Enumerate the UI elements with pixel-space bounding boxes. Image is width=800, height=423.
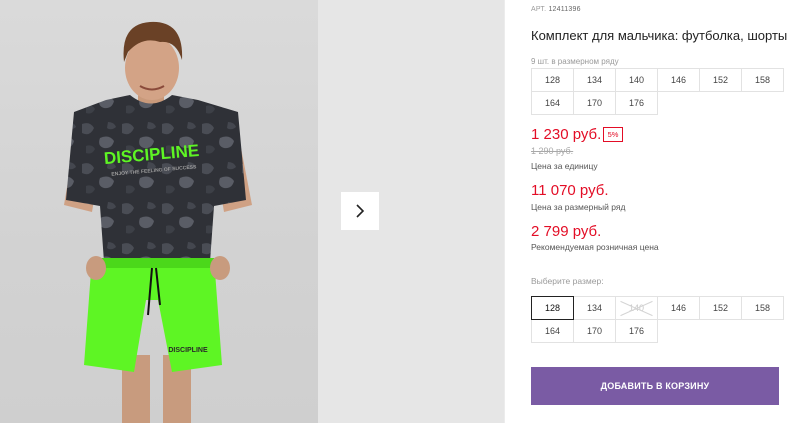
article-code: 12411396 <box>548 6 581 13</box>
size-row-price: 11 070 руб. <box>531 182 609 199</box>
discount-badge: 5% <box>603 127 623 142</box>
size-row-cell: 134 <box>573 68 616 92</box>
chevron-right-icon <box>356 204 365 218</box>
select-size-label: Выберите размер: <box>531 276 604 286</box>
old-price: 1 290 руб. <box>531 146 574 156</box>
size-row-cell: 128 <box>531 68 574 92</box>
size-selector: 128 134 140 146 152 158 164 170 176 <box>531 296 784 343</box>
size-row-cell: 158 <box>741 68 784 92</box>
product-gallery: DISCIPLINE ENJOY THE FEELING OF SUCCESS … <box>0 0 504 423</box>
size-option[interactable]: 164 <box>531 319 574 343</box>
size-row-cell: 140 <box>615 68 658 92</box>
product-photo-illustration: DISCIPLINE ENJOY THE FEELING OF SUCCESS … <box>64 21 252 423</box>
size-row-cell: 176 <box>615 91 658 115</box>
size-row-cell: 146 <box>657 68 700 92</box>
product-photo-main[interactable]: DISCIPLINE ENJOY THE FEELING OF SUCCESS … <box>0 0 318 423</box>
size-option-unavailable: 140 <box>615 296 658 320</box>
recommended-retail-price: 2 799 руб. <box>531 223 602 240</box>
size-row-count: 9 шт. в размерном ряду <box>531 57 619 66</box>
size-row-price-caption: Цена за размерный ряд <box>531 202 626 212</box>
size-option[interactable]: 146 <box>657 296 700 320</box>
unit-price-caption: Цена за единицу <box>531 161 598 171</box>
size-option[interactable]: 170 <box>573 319 616 343</box>
size-option[interactable]: 152 <box>699 296 742 320</box>
recommended-retail-caption: Рекомендуемая розничная цена <box>531 242 659 252</box>
product-title: Комплект для мальчика: футболка, шорты <box>531 28 788 43</box>
size-row-grid: 128 134 140 146 152 158 164 170 176 <box>531 68 784 115</box>
size-option[interactable]: 128 <box>531 296 574 320</box>
product-info-panel: АРТ. 12411396 Комплект для мальчика: фут… <box>531 0 800 423</box>
size-row-cell: 164 <box>531 91 574 115</box>
size-row-cell: 152 <box>699 68 742 92</box>
shorts-print: DISCIPLINE <box>168 347 208 354</box>
gallery-next-button[interactable] <box>341 192 379 230</box>
add-to-cart-button[interactable]: ДОБАВИТЬ В КОРЗИНУ <box>531 367 779 405</box>
article-label: АРТ. <box>531 6 547 13</box>
size-option[interactable]: 134 <box>573 296 616 320</box>
size-row-cell: 170 <box>573 91 616 115</box>
current-price: 1 230 руб. <box>531 126 602 143</box>
article-number: АРТ. 12411396 <box>531 6 581 13</box>
panel-divider <box>504 0 505 423</box>
size-option[interactable]: 158 <box>741 296 784 320</box>
size-option[interactable]: 176 <box>615 319 658 343</box>
